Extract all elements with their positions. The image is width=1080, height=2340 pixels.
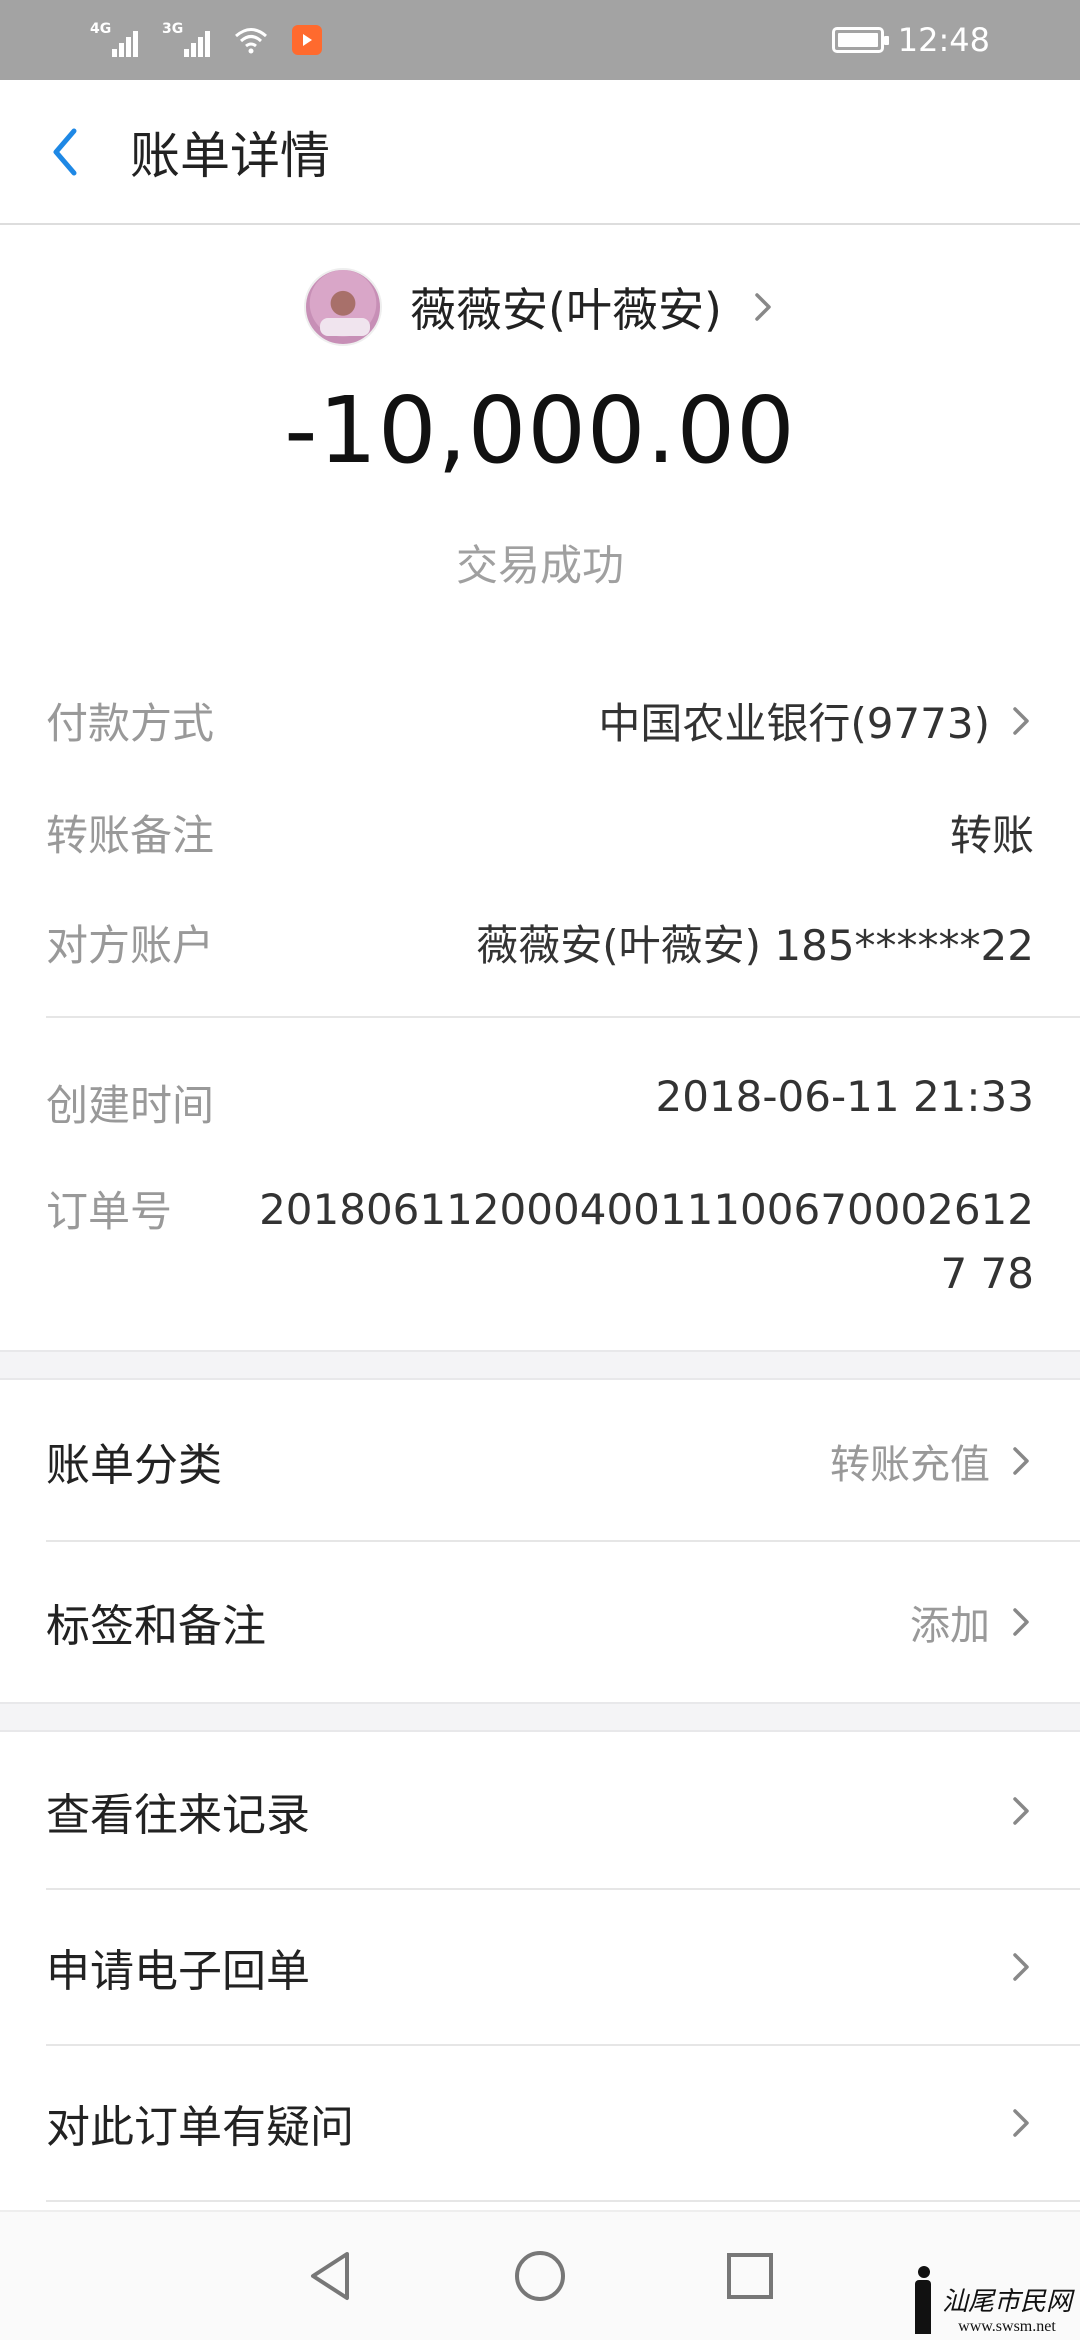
chevron-right-icon [1013, 1797, 1029, 1825]
watermark-figure-icon [910, 2266, 936, 2336]
counterparty-value: 薇薇安(叶薇安) 185******22 [476, 921, 1034, 970]
bill-category-value: 转账充值 [830, 1442, 990, 1488]
tags-notes-row[interactable]: 标签和备注 添加 [0, 1542, 1080, 1702]
payment-method-value: 中国农业银行(9773) [598, 699, 990, 748]
counterparty-row: 对方账户 薇薇安(叶薇安) 185******22 [46, 912, 1034, 973]
wifi-icon [235, 28, 267, 54]
section-gap [0, 1702, 1080, 1732]
section-gap [0, 1350, 1080, 1380]
battery-icon [831, 27, 889, 53]
transaction-amount: -10,000.00 [284, 377, 796, 484]
chevron-left-icon [53, 128, 77, 175]
chevron-right-icon [1013, 1608, 1029, 1636]
divider [46, 1016, 1080, 1018]
video-app-icon [292, 25, 322, 55]
transfer-remark-row: 转账备注 转账 [46, 802, 1034, 863]
created-time-row: 创建时间 2018-06-11 21:33 [46, 1072, 1034, 1133]
divider [46, 2200, 1080, 2202]
transfer-remark-label: 转账备注 [46, 811, 215, 860]
payment-method-label: 付款方式 [46, 699, 215, 748]
circle-home-icon [515, 2251, 565, 2301]
square-recents-icon [727, 2253, 773, 2299]
triangle-back-icon [311, 2252, 349, 2300]
signal-4g-icon: 4G [90, 21, 138, 57]
watermark-text: 汕尾市民网 [941, 2287, 1072, 2317]
nav-recents-button[interactable] [720, 2246, 780, 2306]
created-time-label: 创建时间 [46, 1081, 215, 1130]
view-history-row[interactable]: 查看往来记录 [0, 1734, 1080, 1888]
transaction-status: 交易成功 [455, 541, 624, 590]
watermark-url: www.swsm.net [958, 2318, 1056, 2335]
payee-link[interactable]: 薇薇安(叶薇安) [0, 267, 1080, 347]
bill-category-label: 账单分类 [46, 1440, 222, 1491]
signal-3g-icon: 3G [162, 21, 210, 57]
transfer-remark-value: 转账 [949, 811, 1034, 860]
counterparty-label: 对方账户 [46, 921, 215, 970]
transaction-summary: 薇薇安(叶薇安) -10,000.00 交易成功 [0, 227, 1080, 637]
order-question-row[interactable]: 对此订单有疑问 [0, 2046, 1080, 2200]
nav-back-button[interactable] [300, 2246, 360, 2306]
page-title: 账单详情 [130, 126, 330, 185]
network-type-label: 4G [90, 21, 112, 37]
status-right: 12:48 [831, 21, 990, 59]
order-number-row: 订单号 201806112000400111006700026127 78 [46, 1178, 1034, 1306]
site-watermark: 汕尾市民网 www.swsm.net [910, 2266, 1072, 2336]
clock: 12:48 [897, 21, 990, 59]
payment-method-row[interactable]: 付款方式 中国农业银行(9773) [46, 690, 1034, 751]
status-bar: 4G 3G 12:48 [0, 0, 1080, 80]
e-receipt-row[interactable]: 申请电子回单 [0, 1890, 1080, 2044]
order-question-label: 对此订单有疑问 [46, 2102, 354, 2153]
bill-detail-screen: 4G 3G 12:48 账单详情 薇薇安(叶薇安) -10,000.00 交易成… [0, 0, 1080, 2340]
payee-name: 薇薇安(叶薇安) [410, 283, 722, 337]
e-receipt-label: 申请电子回单 [46, 1946, 310, 1997]
order-number-value: 201806112000400111006700026127 78 [259, 1185, 1034, 1298]
chevron-right-icon [1013, 1953, 1029, 1981]
bill-category-row[interactable]: 账单分类 转账充值 [0, 1382, 1080, 1540]
tags-notes-value: 添加 [910, 1603, 990, 1649]
chevron-right-icon [1013, 2109, 1029, 2137]
chevron-right-icon [1013, 706, 1029, 735]
view-history-label: 查看往来记录 [46, 1790, 310, 1841]
nav-home-button[interactable] [510, 2246, 570, 2306]
network-type-label: 3G [162, 21, 184, 37]
chevron-right-icon [755, 293, 771, 321]
status-left: 4G 3G [90, 21, 322, 57]
back-button[interactable] [0, 79, 130, 224]
avatar [304, 268, 383, 346]
created-time-value: 2018-06-11 21:33 [655, 1072, 1034, 1121]
chevron-right-icon [1013, 1447, 1029, 1475]
order-number-label: 订单号 [46, 1187, 173, 1236]
tags-notes-label: 标签和备注 [46, 1601, 266, 1652]
app-header: 账单详情 [0, 80, 1080, 225]
